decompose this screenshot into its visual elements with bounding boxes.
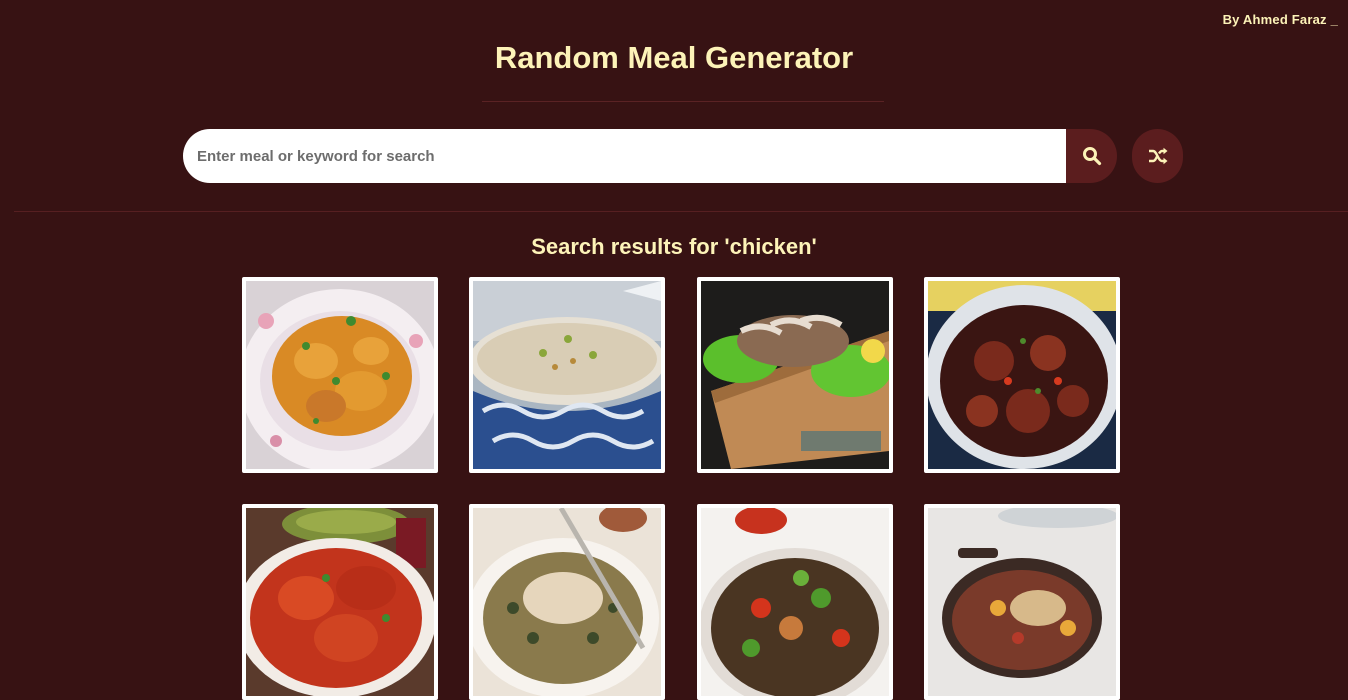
meal-card[interactable] xyxy=(242,277,438,473)
meal-card[interactable] xyxy=(697,277,893,473)
meal-image xyxy=(246,508,434,696)
meal-card[interactable] xyxy=(924,277,1120,473)
meal-card[interactable] xyxy=(469,504,665,700)
meal-image xyxy=(246,281,434,469)
meal-image xyxy=(701,508,889,696)
meal-card[interactable] xyxy=(242,504,438,700)
random-meal-button[interactable] xyxy=(1132,129,1183,183)
section-divider xyxy=(14,211,1348,212)
meal-image xyxy=(928,508,1116,696)
meal-card[interactable] xyxy=(469,277,665,473)
meal-image xyxy=(473,508,661,696)
meal-card[interactable] xyxy=(697,504,893,700)
title-divider xyxy=(482,101,884,102)
meal-image xyxy=(473,281,661,469)
meal-image xyxy=(701,281,889,469)
shuffle-icon xyxy=(1148,147,1167,165)
meal-card[interactable] xyxy=(924,504,1120,700)
search-button[interactable] xyxy=(1066,129,1117,183)
page-title: Random Meal Generator xyxy=(494,40,854,75)
search-icon xyxy=(1082,147,1101,166)
results-heading: Search results for 'chicken' xyxy=(531,234,817,259)
author-credit: By Ahmed Faraz _ xyxy=(1222,12,1338,27)
meal-image xyxy=(928,281,1116,469)
search-form xyxy=(183,129,1117,183)
search-input[interactable] xyxy=(183,129,1066,183)
